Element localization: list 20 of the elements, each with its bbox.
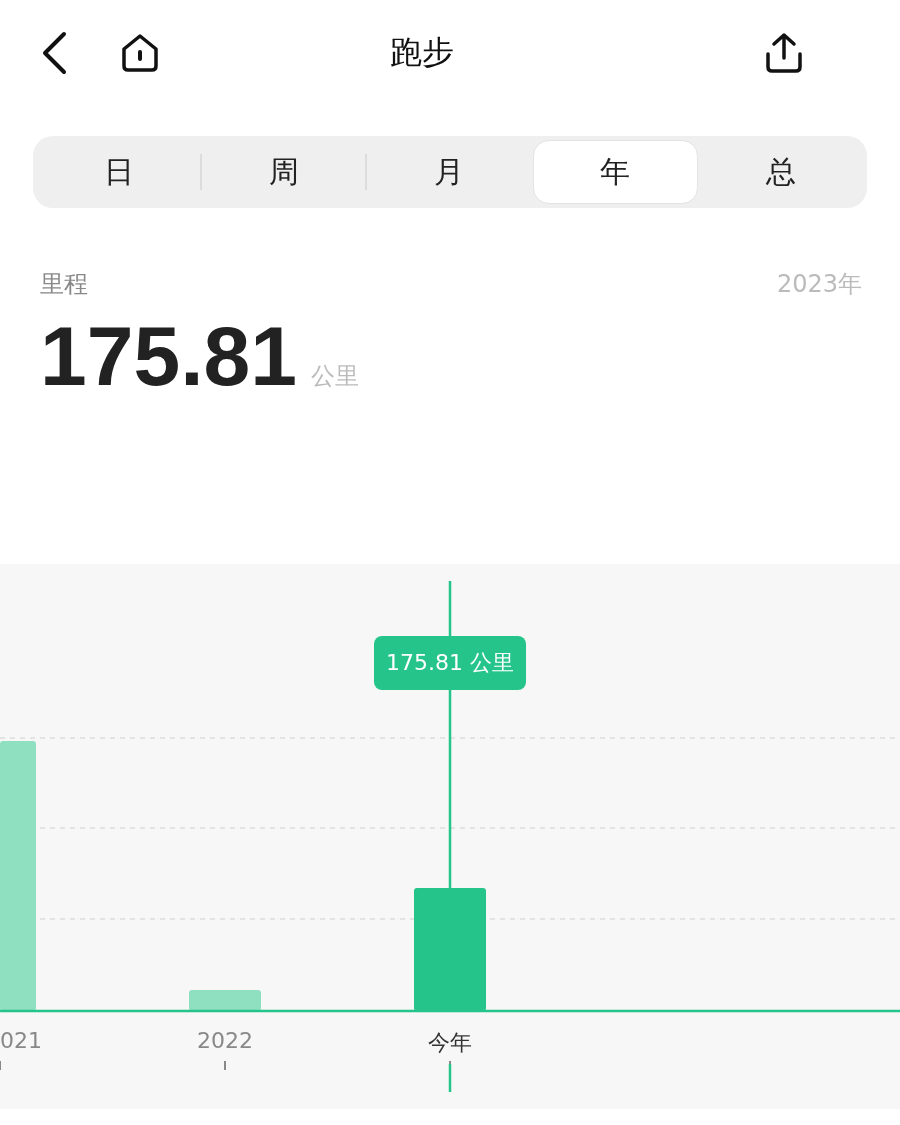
unit-label: 公里 (310, 361, 359, 392)
period-tab[interactable]: 周 (202, 140, 366, 204)
metric-label: 里程 (40, 269, 88, 300)
period-label: 2023年 (776, 269, 862, 300)
tick-mark (224, 1060, 226, 1071)
share-icon[interactable] (764, 31, 804, 74)
period-tab[interactable]: 总 (699, 140, 863, 204)
period-tab[interactable]: 年 (532, 140, 698, 204)
period-tab[interactable]: 月 (367, 140, 531, 204)
axis-label: 2022 (197, 1028, 253, 1053)
axis-label: 今年 (428, 1029, 472, 1057)
axis-label: 021 (0, 1028, 42, 1053)
page-title: 跑步 (389, 31, 455, 73)
distance-value: 175.81 (40, 314, 297, 398)
cursor-line (448, 1064, 452, 1092)
value-tooltip: 175.81 公里 (374, 636, 526, 690)
home-icon[interactable] (120, 32, 160, 73)
tick-mark (0, 1060, 1, 1071)
back-icon[interactable] (40, 30, 68, 75)
period-tab[interactable]: 日 (37, 140, 201, 204)
